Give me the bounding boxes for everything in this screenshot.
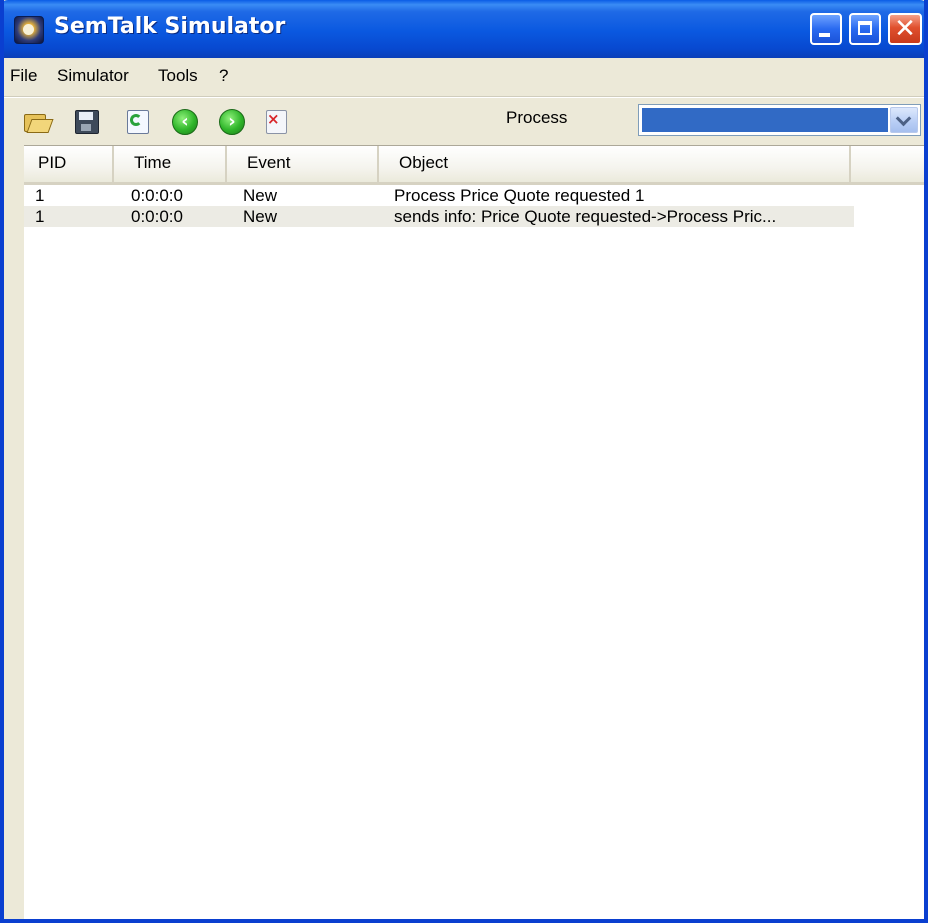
title-bar[interactable]: SemTalk Simulator ✕ [4, 0, 924, 58]
menu-bar: File Simulator Tools ? [4, 58, 924, 97]
cell-event: New [243, 186, 278, 205]
cell-event: New [243, 207, 278, 226]
menu-tools[interactable]: Tools [158, 66, 198, 86]
semtalk-simulator-window: SemTalk Simulator ✕ File Simulator Tools… [0, 0, 928, 923]
chevron-down-icon [895, 110, 912, 127]
semtalk-app-icon[interactable] [14, 16, 44, 44]
menu-simulator[interactable]: Simulator [57, 66, 129, 86]
open-folder-icon[interactable] [24, 108, 54, 134]
maximize-icon [858, 21, 872, 35]
cell-time: 0:0:0:0 [131, 186, 183, 205]
table-row[interactable]: 1 0:0:0:0 New Process Price Quote reques… [24, 185, 854, 206]
cell-object: sends info: Price Quote requested->Proce… [394, 207, 777, 226]
column-header-pid[interactable]: PID [24, 146, 114, 182]
list-header: PID Time Event Object [24, 146, 924, 185]
forward-arrow-glyph: › [219, 109, 245, 135]
simulation-event-list[interactable]: PID Time Event Object 1 0:0:0:0 New Proc… [24, 145, 924, 919]
column-header-filler [851, 146, 924, 182]
table-row[interactable]: 1 0:0:0:0 New sends info: Price Quote re… [24, 206, 854, 227]
close-icon: ✕ [894, 14, 916, 44]
process-dropdown-button[interactable] [890, 107, 918, 133]
process-label: Process [506, 108, 568, 127]
list-rows: 1 0:0:0:0 New Process Price Quote reques… [24, 185, 924, 227]
column-header-event[interactable]: Event [227, 146, 379, 182]
refresh-icon[interactable] [125, 108, 151, 134]
cell-pid: 1 [35, 207, 45, 226]
toolbar: ‹ › × Process [4, 97, 924, 145]
close-button[interactable]: ✕ [888, 13, 922, 45]
column-header-time[interactable]: Time [114, 146, 227, 182]
minimize-icon [819, 33, 830, 37]
forward-arrow-icon[interactable]: › [218, 108, 245, 135]
menu-file[interactable]: File [10, 66, 37, 86]
process-select-value [642, 108, 888, 132]
minimize-button[interactable] [810, 13, 842, 45]
stop-delete-icon[interactable]: × [263, 108, 289, 134]
save-disk-icon[interactable] [74, 108, 100, 134]
back-arrow-icon[interactable]: ‹ [171, 108, 198, 135]
cell-object: Process Price Quote requested 1 [394, 186, 645, 205]
maximize-button[interactable] [849, 13, 881, 45]
menu-help[interactable]: ? [219, 66, 228, 86]
cell-time: 0:0:0:0 [131, 207, 183, 226]
stop-delete-glyph: × [267, 110, 280, 128]
cell-pid: 1 [35, 186, 45, 205]
back-arrow-glyph: ‹ [172, 109, 198, 135]
column-header-object[interactable]: Object [379, 146, 851, 182]
window-title: SemTalk Simulator [54, 14, 286, 39]
process-select[interactable] [638, 104, 921, 136]
